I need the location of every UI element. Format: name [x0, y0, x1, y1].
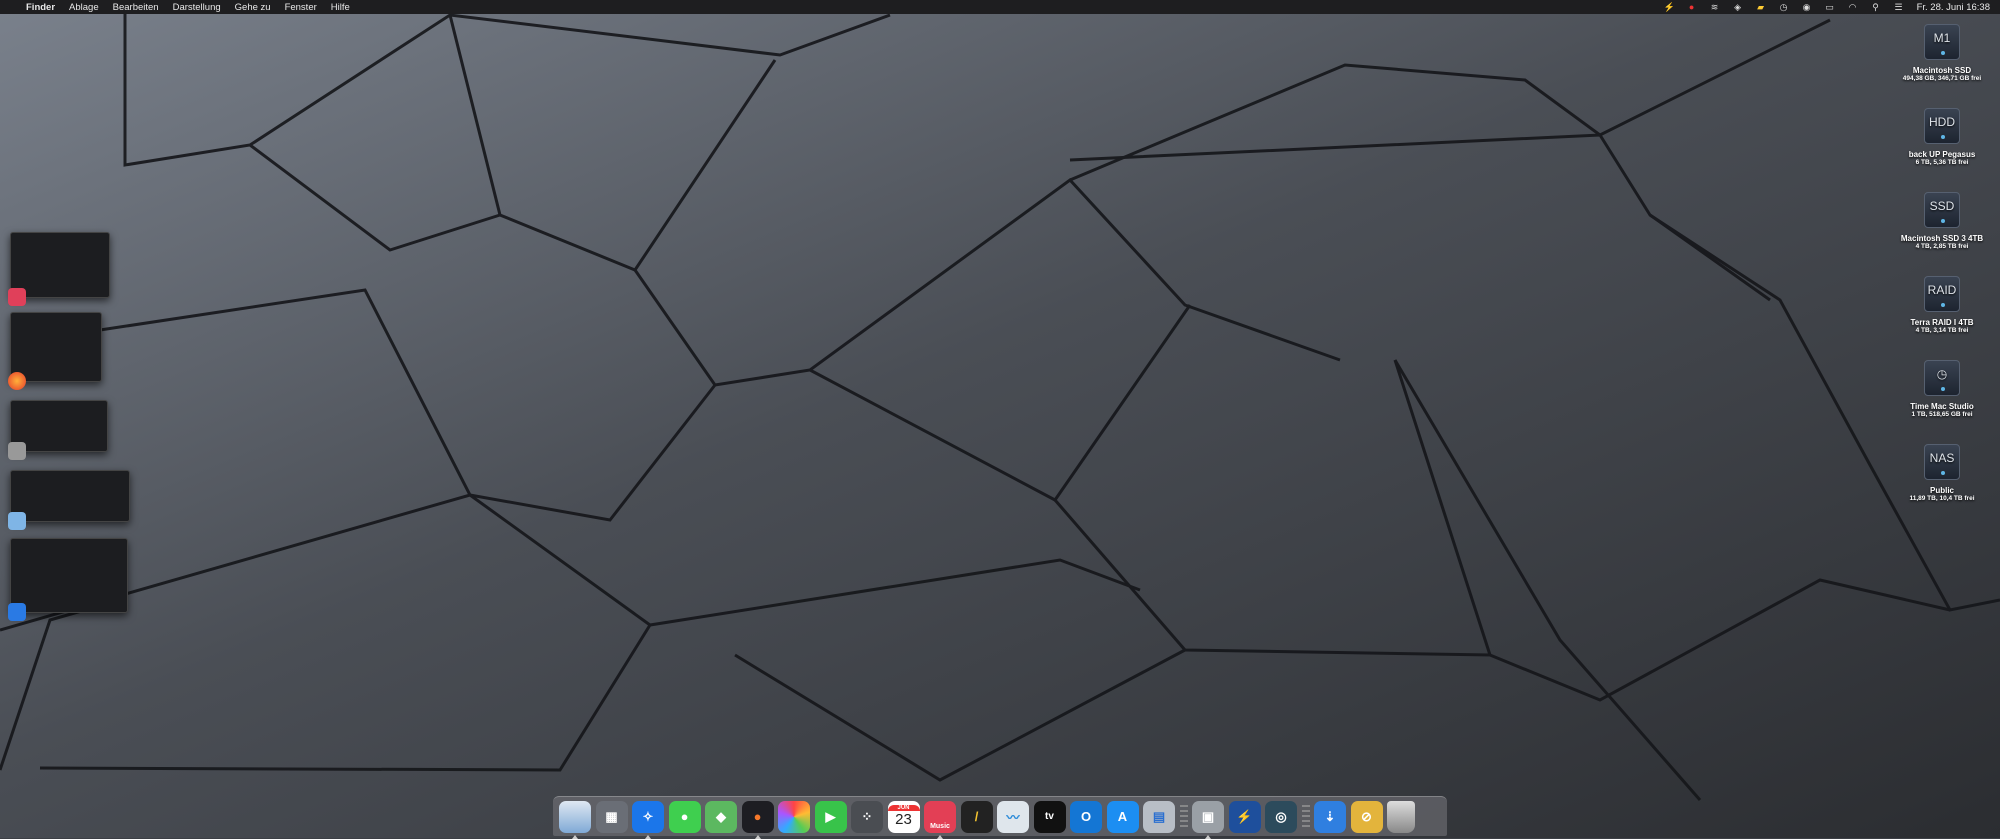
dock-launchpad-icon[interactable]: ▦ [595, 800, 628, 833]
menu-fenster[interactable]: Fenster [285, 2, 317, 13]
dock-maps-icon[interactable]: ◆ [705, 800, 737, 833]
dock-facetime-icon[interactable]: ▶ [814, 800, 847, 833]
drive-public[interactable]: NAS Public 11,89 TB, 10,4 TB frei [1892, 444, 1992, 502]
dock-music-icon[interactable]: Music [924, 800, 956, 839]
dock-photos-icon[interactable] [778, 800, 810, 833]
user-icon[interactable]: ◉ [1802, 2, 1812, 12]
drive-icon: M1 [1924, 24, 1960, 60]
control-center-icon[interactable]: ☰ [1894, 2, 1904, 12]
stage-manager-window[interactable] [8, 538, 128, 621]
drive-icon: HDD [1924, 108, 1960, 144]
dock-writer-icon[interactable]: / [960, 800, 993, 833]
finder-icon [8, 512, 26, 530]
dock-outlook-icon[interactable]: O [1070, 800, 1102, 833]
dock-apple-tv-icon[interactable]: tv [1033, 800, 1066, 833]
dock-firefox-icon[interactable]: ● [741, 800, 774, 839]
dock-preview-icon[interactable]: ▣ [1192, 800, 1224, 839]
dock-system-tool-icon[interactable]: ⁘ [851, 800, 883, 833]
firefox-icon [8, 372, 26, 390]
dock-separator [1301, 804, 1310, 829]
drive-macintosh-ssd-3[interactable]: SSD Macintosh SSD 3 4TB 4 TB, 2,85 TB frei [1892, 192, 1992, 250]
menu-gehe-zu[interactable]: Gehe zu [235, 2, 271, 13]
bolt-icon[interactable]: ⚡ [1664, 2, 1675, 12]
broadcast-icon[interactable]: ≋ [1710, 2, 1720, 12]
dock-app-store-icon[interactable]: A [1106, 800, 1139, 833]
menu-finder[interactable]: Finder [26, 2, 55, 13]
dock-messages-icon[interactable]: ● [668, 800, 701, 833]
safari-icon [8, 603, 26, 621]
drive-time-mac-studio[interactable]: ◷ Time Mac Studio 1 TB, 518,65 GB frei [1892, 360, 1992, 418]
drive-terra-raid[interactable]: RAID Terra RAID I 4TB 4 TB, 3,14 TB frei [1892, 276, 1992, 334]
clock[interactable]: Fr. 28. Juni 16:38 [1917, 2, 1990, 13]
drive-macintosh-ssd[interactable]: M1 Macintosh SSD 494,38 GB, 346,71 GB frei [1892, 24, 1992, 82]
dock-documents-folder-icon[interactable]: ⊘ [1350, 800, 1383, 833]
drive-icon: SSD [1924, 192, 1960, 228]
menu-bearbeiten[interactable]: Bearbeiten [113, 2, 159, 13]
card-icon[interactable]: ▭ [1825, 2, 1835, 12]
stage-manager-window[interactable] [8, 400, 108, 460]
dock-calendar-icon[interactable]: JUN 23 [887, 800, 920, 833]
dock-camera-icon[interactable]: ◎ [1265, 800, 1297, 833]
menu-darstellung[interactable]: Darstellung [173, 2, 221, 13]
diamond-icon[interactable]: ◈ [1733, 2, 1743, 12]
dock-downloads-folder-icon[interactable]: ⇣ [1314, 800, 1346, 833]
system-app-icon [8, 442, 26, 460]
cloud-record-icon[interactable]: ● [1687, 2, 1697, 12]
dock-separator [1179, 804, 1188, 829]
desktop-wallpaper [0, 0, 2000, 838]
menu-bar: Finder Ablage Bearbeiten Darstellung Geh… [0, 0, 2000, 14]
music-app-icon [8, 288, 26, 306]
dock-mission-control-icon[interactable]: ▤ [1143, 800, 1175, 833]
nas-drive-icon: NAS [1924, 444, 1960, 480]
dock-safari-icon[interactable]: ✧ [632, 800, 664, 839]
time-machine-icon[interactable]: ◷ [1779, 2, 1789, 12]
stage-manager-window[interactable] [8, 232, 110, 306]
stage-manager-window[interactable] [8, 470, 130, 530]
dock-grapher-icon[interactable]: 〰 [997, 800, 1029, 833]
dock-reeder-icon[interactable]: ⚡ [1228, 800, 1261, 833]
flag-icon[interactable]: ▰ [1756, 2, 1766, 12]
dock-trash-icon[interactable] [1387, 800, 1415, 833]
drive-backup-pegasus[interactable]: HDD back UP Pegasus 6 TB, 5,36 TB frei [1892, 108, 1992, 166]
dock: ▦ ✧ ● ◆ ● ▶ ⁘ JUN 23 Music / 〰 tv O A ▤ ▣… [553, 796, 1447, 839]
menu-ablage[interactable]: Ablage [69, 2, 99, 13]
menu-hilfe[interactable]: Hilfe [331, 2, 350, 13]
stage-manager-window[interactable] [8, 312, 102, 390]
dock-finder-icon[interactable] [559, 800, 591, 839]
search-icon[interactable]: ⚲ [1871, 2, 1881, 12]
wifi-icon[interactable]: ◠ [1848, 2, 1858, 12]
time-machine-drive-icon: ◷ [1924, 360, 1960, 396]
raid-drive-icon: RAID [1924, 276, 1960, 312]
